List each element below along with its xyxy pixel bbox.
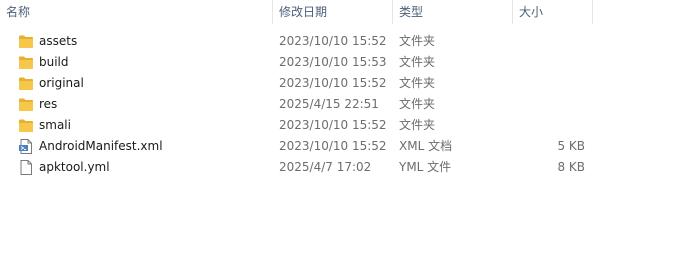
column-header-size[interactable]: 大小 [513, 0, 592, 24]
column-header-date-label: 修改日期 [279, 5, 328, 19]
file-date: 2023/10/10 15:52 [279, 34, 387, 48]
file-type: 文件夹 [399, 97, 436, 111]
file-row[interactable]: AndroidManifest.xml 2023/10/10 15:52 XML… [0, 136, 685, 157]
file-type: 文件夹 [399, 118, 436, 132]
file-type: 文件夹 [399, 76, 436, 90]
file-row[interactable]: build 2023/10/10 15:53 文件夹 [0, 52, 685, 73]
folder-icon [19, 98, 33, 111]
file-type: XML 文档 [399, 139, 453, 153]
file-row[interactable]: res 2025/4/15 22:51 文件夹 [0, 94, 685, 115]
sort-ascending-icon: ^ [139, 0, 147, 5]
file-date: 2025/4/7 17:02 [279, 160, 372, 174]
column-header-date[interactable]: 修改日期 [273, 0, 392, 24]
file-date: 2023/10/10 15:52 [279, 118, 387, 132]
folder-icon [19, 56, 33, 69]
column-header-name-label: 名称 [6, 5, 31, 19]
file-row[interactable]: apktool.yml 2025/4/7 17:02 YML 文件 8 KB [0, 157, 685, 178]
file-type: 文件夹 [399, 34, 436, 48]
file-row[interactable]: assets 2023/10/10 15:52 文件夹 [0, 31, 685, 52]
file-list: assets 2023/10/10 15:52 文件夹 build 2023/1… [0, 31, 685, 178]
file-row[interactable]: smali 2023/10/10 15:52 文件夹 [0, 115, 685, 136]
column-header-name[interactable]: 名称 [0, 0, 272, 24]
file-date: 2023/10/10 15:52 [279, 139, 387, 153]
column-header-bar: 名称 ^ 修改日期 类型 大小 [0, 0, 685, 24]
file-date: 2025/4/15 22:51 [279, 97, 379, 111]
file-name: smali [39, 118, 71, 132]
folder-icon [19, 77, 33, 90]
column-header-type[interactable]: 类型 [393, 0, 512, 24]
file-name: res [39, 97, 58, 111]
file-size: 8 KB [557, 160, 585, 174]
file-name: AndroidManifest.xml [39, 139, 163, 153]
file-name: build [39, 55, 69, 69]
file-name: original [39, 76, 84, 90]
file-date: 2023/10/10 15:52 [279, 76, 387, 90]
file-type: 文件夹 [399, 55, 436, 69]
folder-icon [19, 119, 33, 132]
file-size: 5 KB [557, 139, 585, 153]
column-header-size-label: 大小 [519, 5, 544, 19]
column-header-type-label: 类型 [399, 5, 424, 19]
file-name: assets [39, 34, 78, 48]
file-name: apktool.yml [39, 160, 110, 174]
file-row[interactable]: original 2023/10/10 15:52 文件夹 [0, 73, 685, 94]
column-divider[interactable] [592, 0, 593, 24]
file-date: 2023/10/10 15:53 [279, 55, 387, 69]
file-type: YML 文件 [399, 160, 452, 174]
xml-file-icon [19, 139, 32, 154]
folder-icon [19, 35, 33, 48]
file-icon [20, 160, 32, 175]
